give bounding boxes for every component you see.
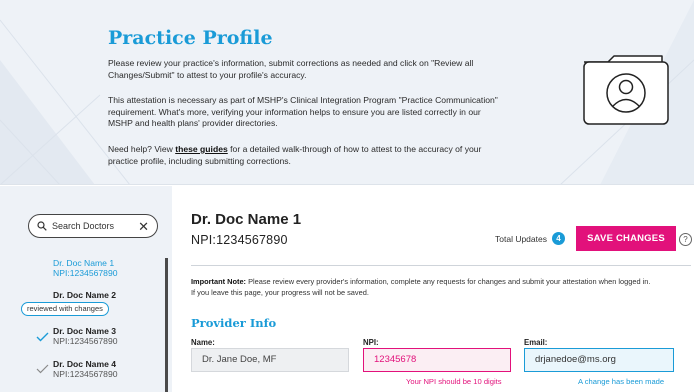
total-updates-badge: 4: [552, 232, 565, 245]
doctor-sidebar: Search Doctors ✕ Dr. Doc Name 1 NPI:1234…: [0, 186, 172, 392]
note-heading: Important Note:: [191, 277, 247, 286]
doctor-npi: NPI:1234567890: [53, 268, 118, 278]
note-text: Please review every provider's informati…: [191, 277, 651, 297]
npi-label: NPI:: [363, 338, 379, 347]
doctor-list-item[interactable]: Dr. Doc Name 3 NPI:1234567890: [53, 326, 118, 346]
total-updates-label: Total Updates: [495, 234, 547, 244]
sidebar-scrollbar[interactable]: [165, 258, 168, 392]
search-icon: [37, 221, 47, 231]
doctor-name: Dr. Doc Name 2: [53, 290, 117, 300]
email-label: Email:: [524, 338, 548, 347]
important-note: Important Note: Please review every prov…: [191, 277, 651, 298]
checkmark-icon: [36, 332, 49, 342]
email-change-message: A change has been made: [578, 377, 665, 386]
doctor-list-item[interactable]: Dr. Doc Name 2: [53, 290, 116, 300]
attestation-paragraph: This attestation is necessary as part of…: [108, 95, 498, 129]
provider-detail-panel: Dr. Doc Name 1 NPI:1234567890 Total Upda…: [172, 186, 694, 392]
reviewed-tooltip: reviewed with changes: [21, 302, 109, 316]
doctor-npi-heading: NPI:1234567890: [191, 233, 288, 247]
email-field[interactable]: drjanedoe@ms.org: [524, 348, 674, 372]
page-header: Practice Profile Please review your prac…: [0, 0, 694, 185]
name-label: Name:: [191, 338, 215, 347]
doctor-name: Dr. Doc Name 4: [53, 359, 117, 369]
doctor-list-item[interactable]: Dr. Doc Name 4 NPI:1234567890: [53, 359, 118, 379]
help-icon[interactable]: ?: [679, 233, 692, 246]
close-icon[interactable]: ✕: [138, 220, 149, 233]
provider-info-heading: Provider Info: [191, 316, 277, 330]
search-placeholder: Search Doctors: [52, 221, 115, 231]
help-paragraph: Need help? View these guides for a detai…: [108, 144, 498, 167]
npi-error-message: Your NPI should be 10 digits: [406, 377, 502, 386]
search-doctors-input[interactable]: Search Doctors ✕: [28, 214, 158, 238]
save-changes-button[interactable]: SAVE CHANGES: [576, 226, 676, 251]
page-title: Practice Profile: [108, 27, 273, 49]
doctor-name: Dr. Doc Name 3: [53, 326, 117, 336]
doctor-npi: NPI:1234567890: [53, 369, 118, 379]
npi-field[interactable]: 12345678: [363, 348, 511, 372]
doctor-name: Dr. Doc Name 1: [53, 258, 115, 268]
doctor-list-item[interactable]: Dr. Doc Name 1 NPI:1234567890: [53, 258, 118, 278]
folder-profile-icon: [583, 55, 669, 125]
name-field[interactable]: Dr. Jane Doe, MF: [191, 348, 349, 372]
checkmark-icon: [36, 364, 49, 374]
help-text-start: Need help? View: [108, 144, 176, 154]
guides-link[interactable]: these guides: [175, 144, 228, 154]
doctor-npi: NPI:1234567890: [53, 336, 118, 346]
divider: [191, 265, 691, 266]
intro-paragraph: Please review your practice's informatio…: [108, 58, 474, 80]
doctor-title: Dr. Doc Name 1: [191, 211, 302, 228]
